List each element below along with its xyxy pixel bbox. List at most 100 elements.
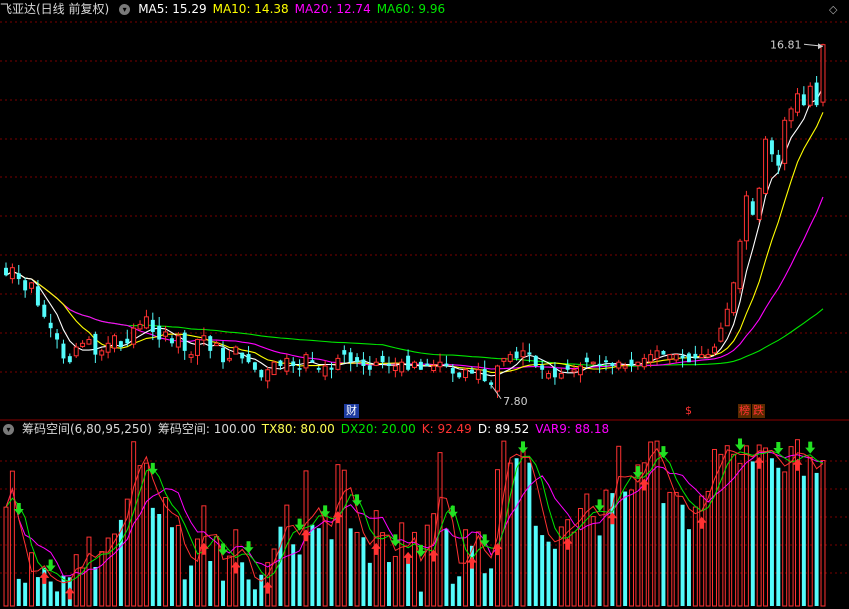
candle-body-down	[367, 365, 372, 370]
candle-body-up	[641, 357, 647, 368]
chip-bar-down	[150, 507, 155, 606]
chip-bar-down	[623, 491, 628, 606]
candle-body-down	[4, 267, 8, 276]
buy-arrow-icon	[64, 587, 75, 600]
candle-body-up	[214, 342, 220, 347]
candle-body-up	[622, 365, 628, 369]
rank-marker[interactable]: 榜	[738, 404, 751, 418]
candle-body-up	[788, 108, 794, 122]
chip-bar-down	[252, 589, 257, 606]
buy-arrow-icon	[39, 571, 50, 584]
chip-bar-down	[450, 583, 455, 606]
candle-body-up	[558, 373, 564, 379]
sell-arrow-icon	[658, 446, 669, 459]
chip-bar-down	[246, 579, 251, 606]
candle-body-up	[188, 354, 194, 358]
candle-body-up	[86, 339, 92, 345]
chip-bar-down	[208, 561, 213, 606]
chip-bar-down	[361, 537, 366, 606]
candle-body-up	[137, 323, 143, 330]
chip-bar-down	[814, 472, 819, 606]
candle-body-up	[99, 350, 105, 356]
sub-lines	[5, 447, 824, 584]
candle-body-up	[431, 365, 437, 372]
dollar-marker[interactable]: $	[685, 404, 692, 418]
sell-arrow-icon	[735, 438, 746, 451]
chip-bar-up	[99, 551, 105, 607]
chip-bar-down	[552, 548, 557, 606]
candle-body-down	[252, 362, 257, 370]
chip-bar-up	[520, 450, 526, 607]
chip-bar-up	[648, 441, 654, 607]
candle-body-up	[731, 282, 737, 314]
candle-body-down	[482, 369, 487, 382]
drop-marker[interactable]: 跌	[752, 404, 765, 418]
candle-body-up	[233, 346, 239, 355]
chip-bar-up	[175, 524, 181, 607]
candle-body-down	[208, 336, 213, 351]
candle-body-up	[577, 365, 583, 376]
chip-bar-down	[48, 581, 53, 606]
candle-body-up	[163, 331, 169, 337]
candle-body-up	[763, 138, 769, 194]
chip-bar-up	[392, 555, 398, 607]
candle-body-down	[801, 94, 806, 106]
kline-chart[interactable]: 16.81 7.80	[0, 0, 849, 609]
candle-body-up	[590, 361, 596, 365]
chip-bar-up	[335, 464, 341, 607]
candle-body-down	[527, 352, 532, 355]
candle-body-down	[259, 369, 264, 378]
chip-bar-down	[801, 475, 806, 606]
candle-body-down	[552, 367, 557, 378]
chip-bar-down	[297, 554, 302, 606]
candle-body-up	[654, 350, 660, 359]
chip-bar-down	[316, 528, 321, 606]
candle-body-up	[73, 346, 79, 357]
chip-bar-up	[86, 536, 92, 607]
chip-bar-up	[756, 444, 762, 607]
chip-bar-down	[93, 567, 98, 606]
buy-arrow-icon	[754, 456, 765, 469]
chip-bar-up	[354, 531, 360, 607]
candle-body-down	[348, 352, 353, 363]
candle-body-down	[386, 363, 391, 366]
candle-body-up	[705, 354, 711, 358]
ma60-line	[5, 270, 824, 367]
chip-bar-up	[629, 489, 634, 607]
candle-body-up	[743, 195, 749, 242]
candle-body-down	[686, 353, 691, 363]
chip-bar-up	[712, 448, 717, 607]
candle-body-up	[105, 342, 111, 353]
chip-bar-down	[157, 513, 162, 606]
chip-bar-up	[673, 491, 679, 607]
chip-bar-up	[3, 506, 9, 607]
chip-bar-down	[23, 582, 28, 606]
buy-arrow-icon	[403, 551, 414, 564]
candle-body-up	[175, 335, 181, 348]
candle-body-down	[48, 322, 53, 329]
chip-bar-up	[73, 554, 79, 607]
candle-body-down	[444, 363, 449, 366]
candle-body-down	[16, 273, 21, 280]
candle-body-down	[182, 332, 187, 351]
candle-body-down	[533, 355, 538, 366]
chip-bar-up	[463, 529, 469, 607]
candle-body-up	[667, 354, 673, 360]
chip-bar-down	[367, 562, 372, 606]
candle-body-up	[112, 335, 117, 349]
chip-bar-up	[724, 445, 730, 607]
chip-bar-down	[418, 591, 423, 606]
buy-arrow-icon	[696, 516, 707, 529]
candle-body-up	[820, 44, 826, 103]
candle-body-down	[240, 352, 245, 359]
chip-bar-down	[514, 458, 519, 606]
chip-bar-down	[540, 535, 545, 606]
finance-marker[interactable]: 财	[344, 404, 359, 418]
chip-bar-down	[457, 576, 462, 606]
candle-body-up	[392, 365, 398, 372]
candle-body-up	[507, 354, 513, 362]
chip-bar-up	[820, 460, 826, 607]
candle-body-up	[437, 361, 443, 368]
candle-body-down	[246, 354, 251, 363]
chip-bar-up	[788, 446, 794, 607]
